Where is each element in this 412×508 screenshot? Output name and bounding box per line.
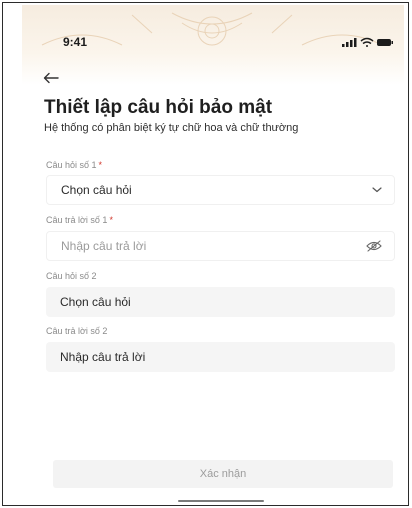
wifi-icon bbox=[360, 37, 374, 47]
status-icons bbox=[342, 37, 393, 47]
required-mark: * bbox=[98, 160, 103, 170]
phone-screen: 9:41 Thiết lập câu hỏi bảo mật Hệ thống … bbox=[22, 5, 404, 505]
page-title: Thiết lập câu hỏi bảo mật bbox=[44, 97, 273, 118]
screenshot-frame: 9:41 Thiết lập câu hỏi bảo mật Hệ thống … bbox=[2, 2, 409, 506]
back-arrow-icon[interactable] bbox=[42, 71, 60, 85]
status-time: 9:41 bbox=[63, 35, 88, 49]
question-2-label: Câu hỏi số 2 bbox=[46, 271, 97, 281]
answer-2-input[interactable]: Nhập câu trả lời bbox=[46, 342, 395, 372]
answer-2-label: Câu trả lời số 2 bbox=[46, 326, 108, 336]
battery-icon bbox=[377, 39, 393, 46]
page-subtitle: Hệ thống có phân biệt ký tự chữ hoa và c… bbox=[44, 122, 299, 134]
required-mark: * bbox=[109, 215, 113, 225]
chevron-down-icon bbox=[372, 187, 382, 193]
eye-off-icon[interactable] bbox=[366, 240, 382, 252]
confirm-button[interactable]: Xác nhận bbox=[53, 460, 393, 488]
question-1-label-text: Câu hỏi số 1 bbox=[46, 160, 97, 170]
question-2-value: Chọn câu hỏi bbox=[60, 295, 131, 309]
home-indicator bbox=[178, 500, 264, 502]
question-1-select[interactable]: Chọn câu hỏi bbox=[46, 175, 395, 205]
question-2-select[interactable]: Chọn câu hỏi bbox=[46, 287, 395, 317]
answer-1-label: Câu trả lời số 1 * bbox=[46, 215, 113, 225]
answer-1-label-text: Câu trả lời số 1 bbox=[46, 215, 108, 225]
answer-1-placeholder: Nhập câu trả lời bbox=[61, 239, 147, 253]
answer-1-input[interactable]: Nhập câu trả lời bbox=[46, 231, 395, 261]
question-1-label: Câu hỏi số 1 * bbox=[46, 160, 102, 170]
signal-icon bbox=[342, 38, 357, 47]
header-background: 9:41 bbox=[22, 5, 404, 85]
answer-2-placeholder: Nhập câu trả lời bbox=[60, 350, 146, 364]
question-1-value: Chọn câu hỏi bbox=[61, 183, 132, 197]
